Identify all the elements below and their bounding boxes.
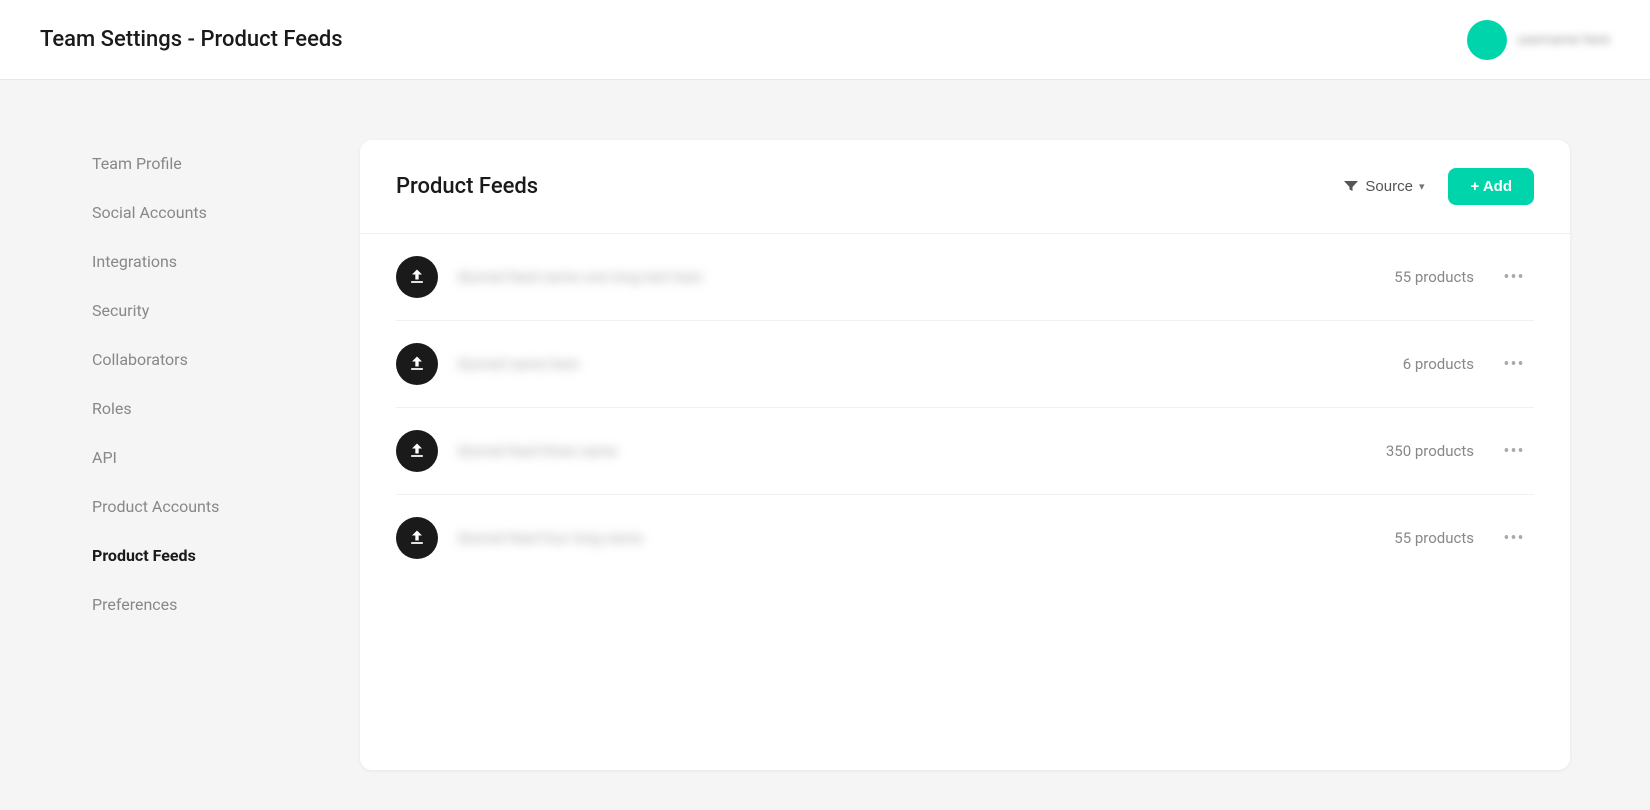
feed-item: blurred feed name one long text here 55 … [396,234,1534,321]
sidebar-item-integrations[interactable]: Integrations [80,238,340,285]
source-filter-button[interactable]: Source ▾ [1335,172,1432,202]
avatar-name: username here [1517,32,1610,48]
panel-header: Product Feeds Source ▾ + Add [360,140,1570,234]
upload-icon [396,343,438,385]
feed-name: blurred feed four long name [458,529,1324,547]
feed-count: 55 products [1344,268,1474,286]
chevron-down-icon: ▾ [1419,180,1425,193]
feed-name: blurred name here [458,355,1324,373]
source-filter-label: Source [1365,178,1413,195]
sidebar-item-social-accounts[interactable]: Social Accounts [80,189,340,236]
avatar[interactable] [1467,20,1507,60]
user-area: username here [1467,20,1610,60]
feed-name: blurred feed name one long text here [458,268,1324,286]
feed-count: 55 products [1344,529,1474,547]
sidebar-item-team-profile[interactable]: Team Profile [80,140,340,187]
panel-title: Product Feeds [396,174,538,199]
add-button[interactable]: + Add [1448,168,1534,205]
feed-list: blurred feed name one long text here 55 … [360,234,1570,581]
feed-item: blurred feed three name 350 products ••• [396,408,1534,495]
feed-menu-button[interactable]: ••• [1494,263,1534,292]
header: Team Settings - Product Feeds username h… [0,0,1650,80]
sidebar-item-product-feeds[interactable]: Product Feeds [80,532,340,579]
feed-name: blurred feed three name [458,442,1324,460]
upload-icon [396,430,438,472]
sidebar-item-roles[interactable]: Roles [80,385,340,432]
upload-icon [396,256,438,298]
feed-item: blurred feed four long name 55 products … [396,495,1534,581]
feed-menu-button[interactable]: ••• [1494,350,1534,379]
sidebar-item-collaborators[interactable]: Collaborators [80,336,340,383]
main-area: Team Profile Social Accounts Integration… [0,80,1650,810]
sidebar-item-security[interactable]: Security [80,287,340,334]
content-panel: Product Feeds Source ▾ + Add [360,140,1570,770]
feed-count: 6 products [1344,355,1474,373]
feed-menu-button[interactable]: ••• [1494,437,1534,466]
upload-icon [396,517,438,559]
sidebar-item-product-accounts[interactable]: Product Accounts [80,483,340,530]
feed-count: 350 products [1344,442,1474,460]
feed-menu-button[interactable]: ••• [1494,524,1534,553]
page-title: Team Settings - Product Feeds [40,27,343,52]
panel-header-actions: Source ▾ + Add [1335,168,1534,205]
sidebar-item-api[interactable]: API [80,434,340,481]
feed-item: blurred name here 6 products ••• [396,321,1534,408]
sidebar: Team Profile Social Accounts Integration… [80,140,360,770]
sidebar-item-preferences[interactable]: Preferences [80,581,340,628]
filter-icon [1343,178,1359,196]
